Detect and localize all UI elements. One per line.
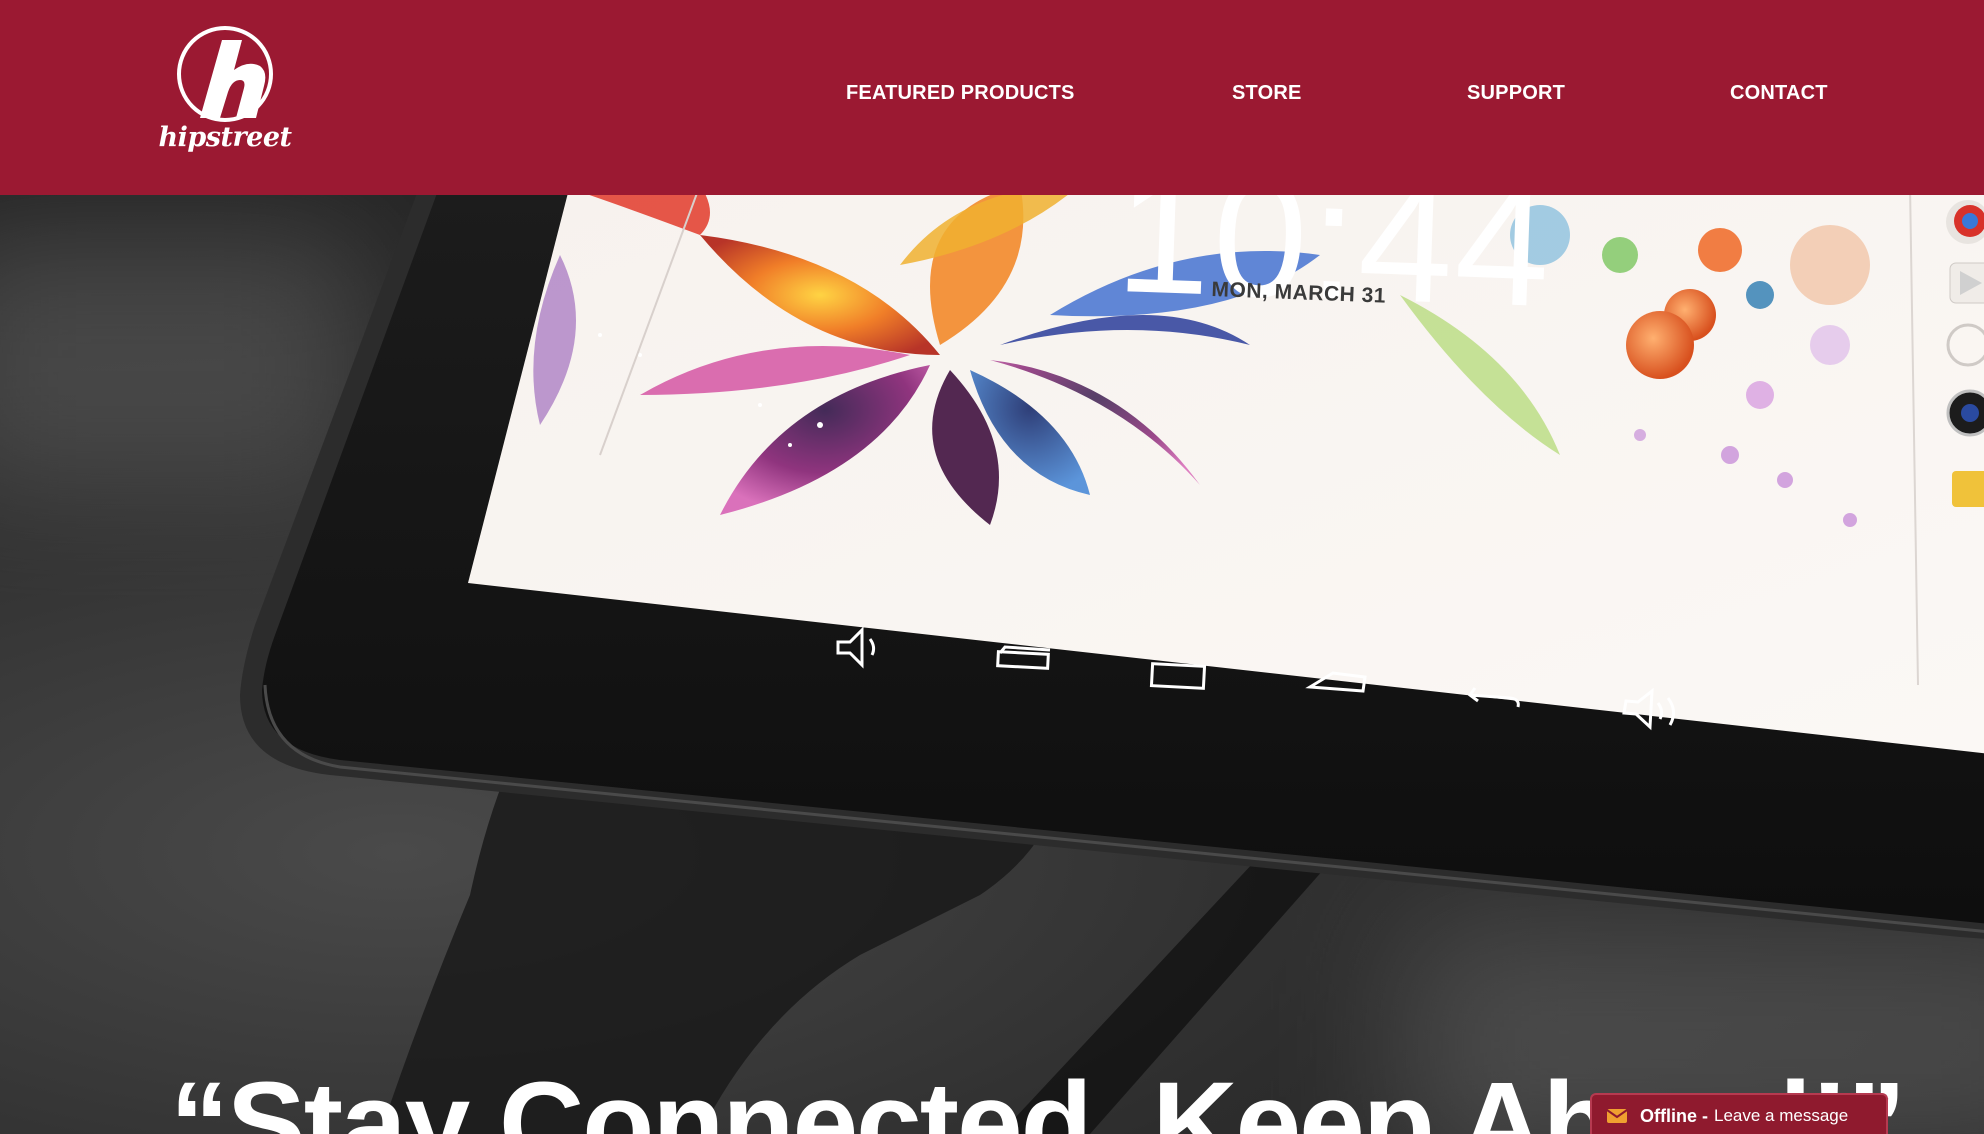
logo-wordmark: hipstreet <box>158 122 293 153</box>
nav-contact[interactable]: CONTACT <box>1730 82 1828 105</box>
nav-support[interactable]: SUPPORT <box>1467 82 1565 105</box>
page: hipstreet FEATURED PRODUCTS STORE SUPPOR… <box>0 0 1984 1134</box>
chat-message: Leave a message <box>1714 1106 1849 1125</box>
nav-featured-products[interactable]: FEATURED PRODUCTS <box>846 82 1075 105</box>
main-nav: FEATURED PRODUCTS STORE SUPPORT CONTACT <box>0 82 1984 112</box>
chat-status: Offline - <box>1640 1105 1708 1126</box>
site-header: hipstreet FEATURED PRODUCTS STORE SUPPOR… <box>0 0 1984 195</box>
tablet-clock-time: 10:44 <box>1113 195 1556 344</box>
nav-store[interactable]: STORE <box>1232 82 1302 105</box>
envelope-icon <box>1606 1109 1628 1123</box>
tablet-hero-image <box>240 195 1984 1134</box>
hero-banner: 10:44 MON, MARCH 31 “Stay Connected, Kee… <box>0 195 1984 1134</box>
live-chat-widget[interactable]: Offline - Leave a message <box>1590 1093 1888 1134</box>
